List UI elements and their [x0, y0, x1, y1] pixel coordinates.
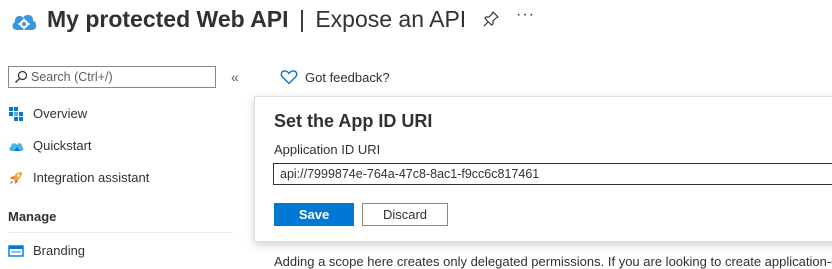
- sidebar-item-integration-assistant[interactable]: Integration assistant: [0, 163, 240, 193]
- discard-button[interactable]: Discard: [362, 203, 448, 226]
- collapse-sidebar-icon[interactable]: «: [231, 69, 239, 85]
- search-icon: [15, 70, 28, 83]
- grid-icon: [9, 107, 23, 121]
- cloud-gear-icon: [12, 14, 37, 30]
- page-title-blade: Expose an API: [315, 6, 467, 32]
- sidebar-item-label: Branding: [33, 243, 86, 258]
- page-header: My protected Web API | Expose an API ···: [0, 0, 832, 40]
- save-button[interactable]: Save: [274, 203, 354, 226]
- app-id-uri-input[interactable]: [273, 163, 832, 185]
- sidebar-item-label: Integration assistant: [33, 170, 150, 185]
- sidebar-item-label: Quickstart: [33, 138, 92, 153]
- cloud-icon: [9, 143, 24, 151]
- panel-title: Set the App ID URI: [274, 111, 433, 131]
- sidebar-search[interactable]: [8, 66, 216, 88]
- page-title-separator: |: [298, 6, 305, 32]
- rocket-icon: [9, 172, 22, 185]
- sidebar-item-branding[interactable]: Branding: [0, 236, 240, 266]
- feedback-label: Got feedback?: [305, 70, 390, 85]
- sidebar-item-overview[interactable]: Overview: [0, 99, 240, 129]
- sidebar-divider: [8, 232, 233, 233]
- search-input[interactable]: [31, 68, 213, 86]
- page-title-resource: My protected Web API: [47, 6, 289, 32]
- more-options-icon[interactable]: ···: [516, 6, 535, 24]
- scope-description-text: Adding a scope here creates only delegat…: [274, 254, 832, 269]
- heart-icon: [280, 70, 298, 85]
- app-id-uri-label: Application ID URI: [274, 142, 381, 157]
- pin-icon[interactable]: [482, 10, 500, 28]
- sidebar-item-quickstart[interactable]: Quickstart: [0, 131, 240, 161]
- sidebar-section-manage: Manage: [8, 209, 57, 224]
- app-id-uri-panel: Set the App ID URI Application ID URI Sa…: [254, 96, 832, 242]
- page-title: My protected Web API | Expose an API: [47, 4, 466, 34]
- branding-icon: [8, 245, 24, 257]
- sidebar-item-label: Overview: [33, 106, 88, 121]
